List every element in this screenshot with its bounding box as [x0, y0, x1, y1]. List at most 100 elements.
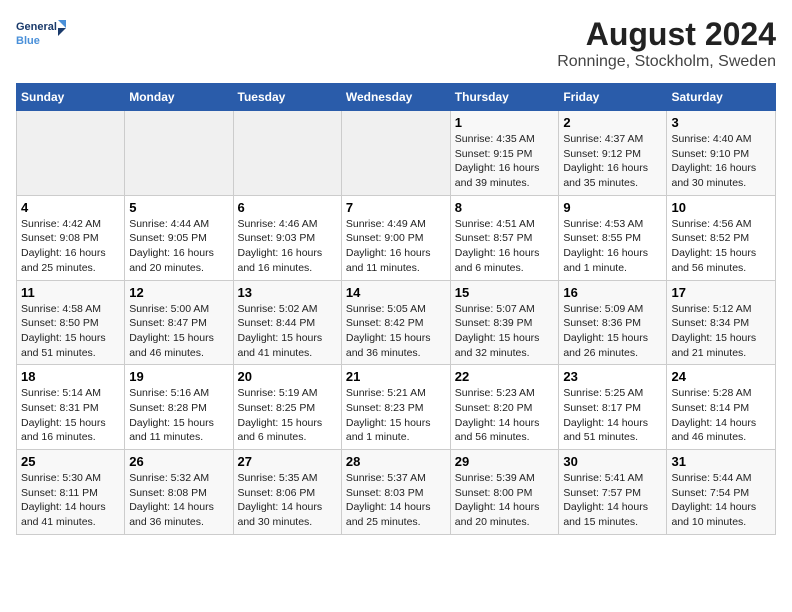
day-info: Sunrise: 4:51 AMSunset: 8:57 PMDaylight:… [455, 217, 555, 276]
page-header: General Blue August 2024 Ronninge, Stock… [16, 16, 776, 71]
svg-text:General: General [16, 21, 57, 33]
day-info: Sunrise: 5:14 AMSunset: 8:31 PMDaylight:… [21, 386, 120, 445]
calendar-header-row: SundayMondayTuesdayWednesdayThursdayFrid… [17, 84, 776, 111]
day-info: Sunrise: 5:16 AMSunset: 8:28 PMDaylight:… [129, 386, 228, 445]
calendar-cell: 15 Sunrise: 5:07 AMSunset: 8:39 PMDayligh… [450, 280, 559, 365]
day-info: Sunrise: 5:07 AMSunset: 8:39 PMDaylight:… [455, 302, 555, 361]
day-info: Sunrise: 4:56 AMSunset: 8:52 PMDaylight:… [671, 217, 771, 276]
calendar-cell: 6 Sunrise: 4:46 AMSunset: 9:03 PMDaylight… [233, 195, 341, 280]
logo: General Blue [16, 16, 70, 52]
logo-svg: General Blue [16, 16, 66, 52]
calendar-cell: 2 Sunrise: 4:37 AMSunset: 9:12 PMDaylight… [559, 111, 667, 196]
day-number: 16 [563, 285, 662, 300]
calendar-cell: 29Sunrise: 5:39 AMSunset: 8:00 PMDayligh… [450, 450, 559, 535]
day-info: Sunrise: 5:00 AMSunset: 8:47 PMDaylight:… [129, 302, 228, 361]
day-info: Sunrise: 5:41 AMSunset: 7:57 PMDaylight:… [563, 471, 662, 530]
calendar-cell: 23Sunrise: 5:25 AMSunset: 8:17 PMDayligh… [559, 365, 667, 450]
day-number: 19 [129, 369, 228, 384]
day-info: Sunrise: 4:49 AMSunset: 9:00 PMDaylight:… [346, 217, 446, 276]
day-info: Sunrise: 5:12 AMSunset: 8:34 PMDaylight:… [671, 302, 771, 361]
calendar-cell: 30 Sunrise: 5:41 AMSunset: 7:57 PMDayligh… [559, 450, 667, 535]
weekday-header-friday: Friday [559, 84, 667, 111]
day-number: 3 [671, 115, 771, 130]
day-number: 22 [455, 369, 555, 384]
day-number: 9 [563, 200, 662, 215]
title-area: August 2024 Ronninge, Stockholm, Sweden [557, 16, 776, 71]
calendar-cell [125, 111, 233, 196]
calendar-cell: 9 Sunrise: 4:53 AMSunset: 8:55 PMDaylight… [559, 195, 667, 280]
day-info: Sunrise: 5:30 AMSunset: 8:11 PMDaylight:… [21, 471, 120, 530]
subtitle: Ronninge, Stockholm, Sweden [557, 53, 776, 71]
day-number: 1 [455, 115, 555, 130]
day-number: 6 [238, 200, 337, 215]
calendar-cell: 25Sunrise: 5:30 AMSunset: 8:11 PMDayligh… [17, 450, 125, 535]
calendar-cell: 19 Sunrise: 5:16 AMSunset: 8:28 PMDayligh… [125, 365, 233, 450]
day-number: 30 [563, 454, 662, 469]
day-number: 15 [455, 285, 555, 300]
calendar-cell: 16 Sunrise: 5:09 AMSunset: 8:36 PMDayligh… [559, 280, 667, 365]
day-info: Sunrise: 4:40 AMSunset: 9:10 PMDaylight:… [671, 132, 771, 191]
weekday-header-wednesday: Wednesday [341, 84, 450, 111]
calendar-cell: 17 Sunrise: 5:12 AMSunset: 8:34 PMDayligh… [667, 280, 776, 365]
day-number: 5 [129, 200, 228, 215]
day-info: Sunrise: 5:05 AMSunset: 8:42 PMDaylight:… [346, 302, 446, 361]
day-number: 7 [346, 200, 446, 215]
day-number: 10 [671, 200, 771, 215]
day-info: Sunrise: 4:35 AMSunset: 9:15 PMDaylight:… [455, 132, 555, 191]
calendar-week-row: 11Sunrise: 4:58 AMSunset: 8:50 PMDayligh… [17, 280, 776, 365]
calendar-cell: 3 Sunrise: 4:40 AMSunset: 9:10 PMDaylight… [667, 111, 776, 196]
calendar-cell: 24Sunrise: 5:28 AMSunset: 8:14 PMDayligh… [667, 365, 776, 450]
day-number: 8 [455, 200, 555, 215]
svg-text:Blue: Blue [16, 35, 40, 47]
day-info: Sunrise: 4:42 AMSunset: 9:08 PMDaylight:… [21, 217, 120, 276]
weekday-header-sunday: Sunday [17, 84, 125, 111]
calendar-cell: 8 Sunrise: 4:51 AMSunset: 8:57 PMDaylight… [450, 195, 559, 280]
day-number: 18 [21, 369, 120, 384]
day-info: Sunrise: 5:37 AMSunset: 8:03 PMDaylight:… [346, 471, 446, 530]
main-title: August 2024 [557, 16, 776, 53]
day-number: 14 [346, 285, 446, 300]
calendar-cell: 28 Sunrise: 5:37 AMSunset: 8:03 PMDayligh… [341, 450, 450, 535]
calendar-cell: 13Sunrise: 5:02 AMSunset: 8:44 PMDayligh… [233, 280, 341, 365]
calendar-cell: 21 Sunrise: 5:21 AMSunset: 8:23 PMDayligh… [341, 365, 450, 450]
calendar-week-row: 1 Sunrise: 4:35 AMSunset: 9:15 PMDaylight… [17, 111, 776, 196]
calendar-cell: 18 Sunrise: 5:14 AMSunset: 8:31 PMDayligh… [17, 365, 125, 450]
day-number: 23 [563, 369, 662, 384]
calendar-cell [341, 111, 450, 196]
day-number: 24 [671, 369, 771, 384]
weekday-header-monday: Monday [125, 84, 233, 111]
day-info: Sunrise: 5:09 AMSunset: 8:36 PMDaylight:… [563, 302, 662, 361]
day-number: 13 [238, 285, 337, 300]
calendar-week-row: 4Sunrise: 4:42 AMSunset: 9:08 PMDaylight… [17, 195, 776, 280]
day-number: 27 [238, 454, 337, 469]
day-number: 26 [129, 454, 228, 469]
day-info: Sunrise: 5:21 AMSunset: 8:23 PMDaylight:… [346, 386, 446, 445]
calendar-cell: 5 Sunrise: 4:44 AMSunset: 9:05 PMDaylight… [125, 195, 233, 280]
calendar-cell: 22 Sunrise: 5:23 AMSunset: 8:20 PMDayligh… [450, 365, 559, 450]
calendar-week-row: 18 Sunrise: 5:14 AMSunset: 8:31 PMDayligh… [17, 365, 776, 450]
day-number: 28 [346, 454, 446, 469]
weekday-header-thursday: Thursday [450, 84, 559, 111]
calendar-cell [233, 111, 341, 196]
day-info: Sunrise: 5:39 AMSunset: 8:00 PMDaylight:… [455, 471, 555, 530]
day-info: Sunrise: 5:35 AMSunset: 8:06 PMDaylight:… [238, 471, 337, 530]
day-info: Sunrise: 4:37 AMSunset: 9:12 PMDaylight:… [563, 132, 662, 191]
day-info: Sunrise: 4:44 AMSunset: 9:05 PMDaylight:… [129, 217, 228, 276]
weekday-header-tuesday: Tuesday [233, 84, 341, 111]
day-info: Sunrise: 5:23 AMSunset: 8:20 PMDaylight:… [455, 386, 555, 445]
calendar-cell: 14 Sunrise: 5:05 AMSunset: 8:42 PMDayligh… [341, 280, 450, 365]
day-number: 20 [238, 369, 337, 384]
day-info: Sunrise: 4:53 AMSunset: 8:55 PMDaylight:… [563, 217, 662, 276]
day-number: 17 [671, 285, 771, 300]
calendar-cell: 31Sunrise: 5:44 AMSunset: 7:54 PMDayligh… [667, 450, 776, 535]
calendar-cell: 4Sunrise: 4:42 AMSunset: 9:08 PMDaylight… [17, 195, 125, 280]
day-info: Sunrise: 4:58 AMSunset: 8:50 PMDaylight:… [21, 302, 120, 361]
calendar-cell: 1 Sunrise: 4:35 AMSunset: 9:15 PMDaylight… [450, 111, 559, 196]
day-info: Sunrise: 5:19 AMSunset: 8:25 PMDaylight:… [238, 386, 337, 445]
day-info: Sunrise: 4:46 AMSunset: 9:03 PMDaylight:… [238, 217, 337, 276]
calendar-cell: 27 Sunrise: 5:35 AMSunset: 8:06 PMDayligh… [233, 450, 341, 535]
calendar-cell: 12Sunrise: 5:00 AMSunset: 8:47 PMDayligh… [125, 280, 233, 365]
day-number: 2 [563, 115, 662, 130]
day-number: 31 [671, 454, 771, 469]
day-number: 21 [346, 369, 446, 384]
